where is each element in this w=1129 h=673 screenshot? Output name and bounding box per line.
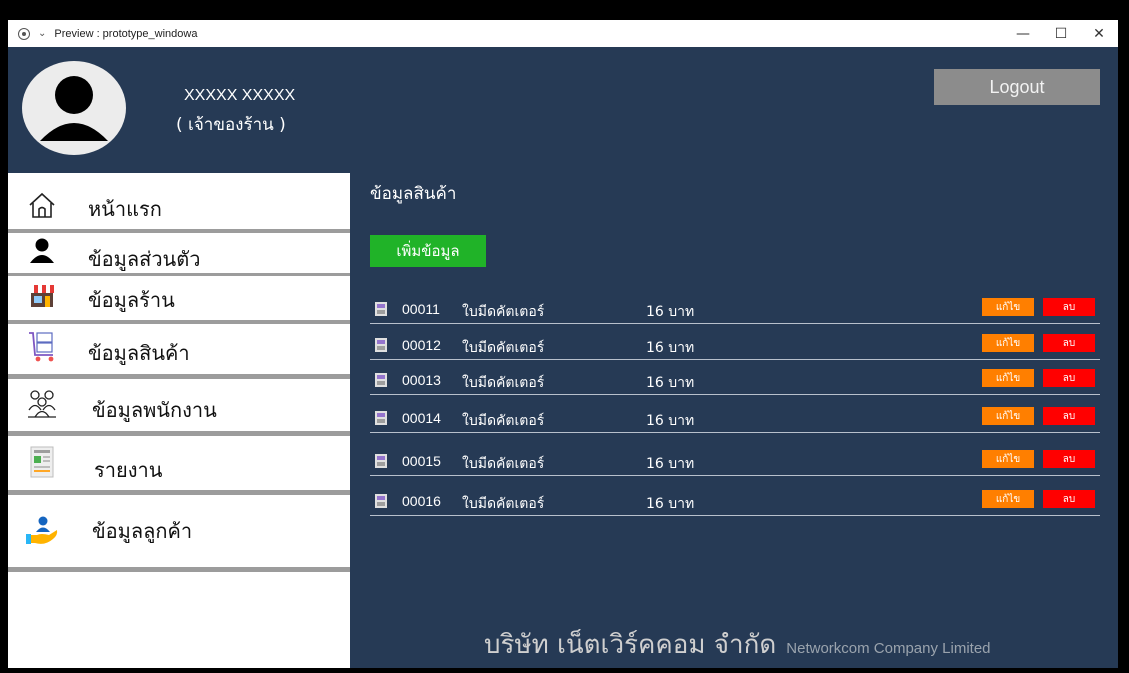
edit-button[interactable]: แก้ไข [982, 407, 1034, 425]
product-row: 00013 ใบมีดคัตเตอร์ 16 บาท แก้ไข ลบ [370, 369, 1100, 395]
product-box-icon [374, 453, 388, 469]
product-price: 16 บาท [646, 413, 695, 429]
edit-button[interactable]: แก้ไข [982, 490, 1034, 508]
shop-icon [22, 280, 62, 312]
user-name: XXXXX XXXXX [184, 87, 296, 104]
sidebar-divider [8, 567, 350, 572]
delete-button[interactable]: ลบ [1043, 490, 1095, 508]
sidebar-item-report[interactable]: รายงาน [8, 436, 350, 490]
window-title: Preview : prototype_windowa [54, 27, 198, 40]
sidebar-item-personal[interactable]: ข้อมูลส่วนตัว [8, 233, 350, 273]
product-code: 00014 [402, 410, 441, 426]
product-price: 16 บาท [646, 456, 695, 472]
company-name-th: บริษัท เน็ตเวิร์คคอม จำกัด [484, 630, 777, 660]
edit-button[interactable]: แก้ไข [982, 369, 1034, 387]
product-box-icon [374, 372, 388, 388]
product-price: 16 บาท [646, 340, 695, 356]
delete-button[interactable]: ลบ [1043, 298, 1095, 316]
product-name: ใบมีดคัตเตอร์ [462, 304, 545, 320]
delete-button[interactable]: ลบ [1043, 407, 1095, 425]
person-icon [22, 235, 62, 267]
chevron-down-icon[interactable]: ⌄ [38, 28, 46, 39]
product-price: 16 บาท [646, 496, 695, 512]
product-code: 00012 [402, 337, 441, 353]
product-row: 00014 ใบมีดคัตเตอร์ 16 บาท แก้ไข ลบ [370, 407, 1100, 433]
user-silhouette-icon [40, 76, 108, 141]
delete-button[interactable]: ลบ [1043, 334, 1095, 352]
edit-button[interactable]: แก้ไข [982, 334, 1034, 352]
add-product-button[interactable]: เพิ่มข้อมูล [370, 235, 486, 267]
sidebar-item-label: ข้อมูลพนักงาน [92, 398, 217, 422]
product-box-icon [374, 337, 388, 353]
product-name: ใบมีดคัตเตอร์ [462, 375, 545, 391]
section-title: ข้อมูลสินค้า [370, 184, 457, 204]
sidebar-item-label: รายงาน [94, 458, 163, 482]
product-box-icon [374, 301, 388, 317]
product-row: 00012 ใบมีดคัตเตอร์ 16 บาท แก้ไข ลบ [370, 334, 1100, 360]
product-box-icon [374, 410, 388, 426]
app-window: ⌄ Preview : prototype_windowa — ☐ ✕ XXXX… [8, 20, 1118, 668]
report-icon [22, 446, 62, 478]
user-role: ( เจ้าของร้าน ) [176, 115, 286, 135]
sidebar-item-label: ข้อมูลร้าน [88, 288, 175, 312]
company-name-en: Networkcom Company Limited [786, 640, 991, 657]
sidebar-item-employees[interactable]: ข้อมูลพนักงาน [8, 379, 350, 431]
product-row: 00015 ใบมีดคัตเตอร์ 16 บาท แก้ไข ลบ [370, 450, 1100, 476]
customer-hand-icon [22, 515, 62, 547]
sidebar-item-label: ข้อมูลส่วนตัว [88, 247, 201, 271]
sidebar-item-products[interactable]: ข้อมูลสินค้า [8, 324, 350, 374]
home-icon [22, 189, 62, 221]
app-icon [18, 27, 30, 40]
sidebar-item-shop[interactable]: ข้อมูลร้าน [8, 276, 350, 320]
minimize-button[interactable]: — [1004, 20, 1042, 47]
sidebar-item-home[interactable]: หน้าแรก [8, 181, 350, 227]
user-profile: XXXXX XXXXX ( เจ้าของร้าน ) [8, 47, 348, 169]
sidebar: หน้าแรก ข้อมูลส่วนตัว ข้อมูลร้าน ข้อมูลส… [8, 173, 350, 668]
product-code: 00015 [402, 453, 441, 469]
edit-button[interactable]: แก้ไข [982, 298, 1034, 316]
product-row: 00016 ใบมีดคัตเตอร์ 16 บาท แก้ไข ลบ [370, 490, 1100, 516]
product-row: 00011 ใบมีดคัตเตอร์ 16 บาท แก้ไข ลบ [370, 298, 1100, 324]
product-name: ใบมีดคัตเตอร์ [462, 413, 545, 429]
sidebar-item-label: ข้อมูลสินค้า [88, 341, 190, 365]
product-name: ใบมีดคัตเตอร์ [462, 340, 545, 356]
employees-icon [22, 387, 62, 419]
edit-button[interactable]: แก้ไข [982, 450, 1034, 468]
product-code: 00013 [402, 372, 441, 388]
product-price: 16 บาท [646, 304, 695, 320]
sidebar-item-label: ข้อมูลลูกค้า [92, 519, 193, 543]
delete-button[interactable]: ลบ [1043, 369, 1095, 387]
close-button[interactable]: ✕ [1080, 20, 1118, 47]
sidebar-item-label: หน้าแรก [88, 197, 162, 221]
product-code: 00016 [402, 493, 441, 509]
product-cart-icon [22, 330, 62, 362]
title-bar: ⌄ Preview : prototype_windowa — ☐ ✕ [8, 20, 1118, 47]
logout-button[interactable]: Logout [934, 69, 1100, 105]
maximize-button[interactable]: ☐ [1042, 20, 1080, 47]
product-price: 16 บาท [646, 375, 695, 391]
product-box-icon [374, 493, 388, 509]
company-footer: บริษัท เน็ตเวิร์คคอม จำกัด Networkcom Co… [484, 624, 991, 665]
product-code: 00011 [402, 301, 440, 317]
delete-button[interactable]: ลบ [1043, 450, 1095, 468]
product-name: ใบมีดคัตเตอร์ [462, 496, 545, 512]
sidebar-item-customers[interactable]: ข้อมูลลูกค้า [8, 495, 350, 567]
avatar [22, 61, 126, 155]
product-name: ใบมีดคัตเตอร์ [462, 456, 545, 472]
